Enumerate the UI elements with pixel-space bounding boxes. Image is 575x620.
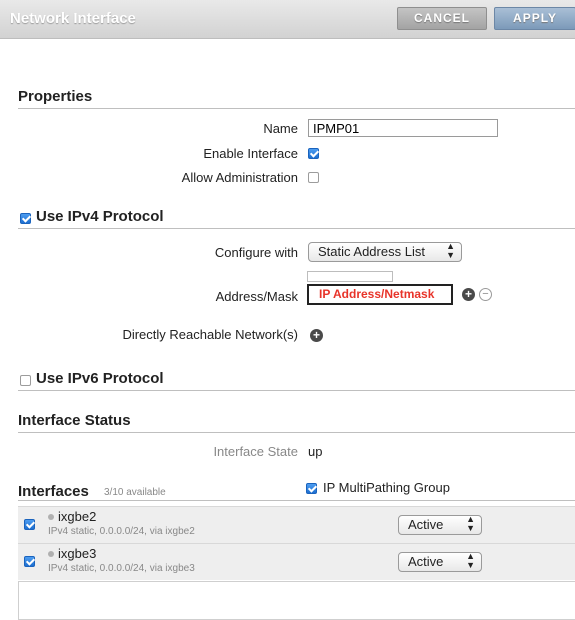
status-dot-icon [48, 551, 54, 557]
allow-administration-label: Allow Administration [181, 170, 298, 185]
interface-state-value: up [308, 444, 323, 459]
status-divider [18, 432, 575, 433]
properties-heading: Properties [18, 88, 93, 105]
title-bar: Network Interface CANCEL APPLY [0, 0, 575, 39]
interface-row-ixgbe3[interactable]: ixgbe3 IPv4 static, 0.0.0.0/24, via ixgb… [18, 543, 575, 580]
allow-administration-checkbox[interactable] [308, 172, 319, 183]
use-ipv4-checkbox[interactable] [20, 213, 31, 224]
name-input[interactable] [308, 119, 498, 137]
up-down-arrows-icon: ▲ ▼ [466, 551, 475, 570]
interface-description: IPv4 static, 0.0.0.0/24, via ixgbe3 [48, 563, 195, 574]
interfaces-available-count: 3/10 available [104, 487, 166, 498]
cancel-button[interactable]: CANCEL [397, 7, 487, 30]
address-mask-label: Address/Mask [215, 289, 298, 304]
ipv6-divider [18, 390, 575, 391]
use-ipv6-heading: Use IPv6 Protocol [36, 370, 164, 387]
remove-address-icon[interactable]: − [479, 288, 492, 301]
reachable-networks-label: Directly Reachable Network(s) [122, 327, 298, 342]
up-down-arrows-icon: ▲ ▼ [466, 514, 475, 533]
ip-multipathing-checkbox[interactable] [306, 483, 317, 494]
use-ipv6-checkbox[interactable] [20, 375, 31, 386]
interface-status-value: Active [408, 517, 444, 532]
enable-interface-checkbox[interactable] [308, 148, 319, 159]
interfaces-divider [18, 500, 575, 501]
up-down-arrows-icon: ▲ ▼ [446, 241, 455, 260]
use-ipv4-heading: Use IPv4 Protocol [36, 208, 164, 225]
apply-button[interactable]: APPLY [494, 7, 575, 30]
interface-ixgbe2-status-select[interactable]: Active ▲ ▼ [398, 515, 482, 535]
interface-name: ixgbe3 [58, 546, 97, 561]
ip-multipathing-label: IP MultiPathing Group [323, 480, 450, 495]
add-address-icon[interactable]: + [462, 288, 475, 301]
dialog-title: Network Interface [10, 10, 136, 27]
interface-ixgbe3-status-select[interactable]: Active ▲ ▼ [398, 552, 482, 572]
interface-name: ixgbe2 [58, 509, 97, 524]
ipv4-divider [18, 228, 575, 229]
interfaces-heading: Interfaces [18, 483, 89, 500]
address-mask-placeholder: IP Address/Netmask [319, 287, 435, 301]
interface-state-label: Interface State [213, 444, 298, 459]
interfaces-empty-area [18, 581, 575, 620]
address-suggestion-box [307, 271, 393, 282]
add-reachable-network-icon[interactable]: + [310, 329, 323, 342]
configure-with-value: Static Address List [318, 244, 425, 259]
interface-status-value: Active [408, 554, 444, 569]
interface-ixgbe2-checkbox[interactable] [24, 519, 35, 530]
interface-description: IPv4 static, 0.0.0.0/24, via ixgbe2 [48, 526, 195, 537]
address-mask-input[interactable]: IP Address/Netmask [307, 284, 453, 305]
name-label: Name [263, 121, 298, 136]
enable-interface-label: Enable Interface [203, 146, 298, 161]
status-dot-icon [48, 514, 54, 520]
interface-ixgbe3-checkbox[interactable] [24, 556, 35, 567]
configure-with-label: Configure with [214, 245, 298, 260]
interface-row-ixgbe2[interactable]: ixgbe2 IPv4 static, 0.0.0.0/24, via ixgb… [18, 506, 575, 543]
configure-with-select[interactable]: Static Address List ▲ ▼ [308, 242, 462, 262]
interface-status-heading: Interface Status [18, 412, 131, 429]
properties-divider [18, 108, 575, 109]
